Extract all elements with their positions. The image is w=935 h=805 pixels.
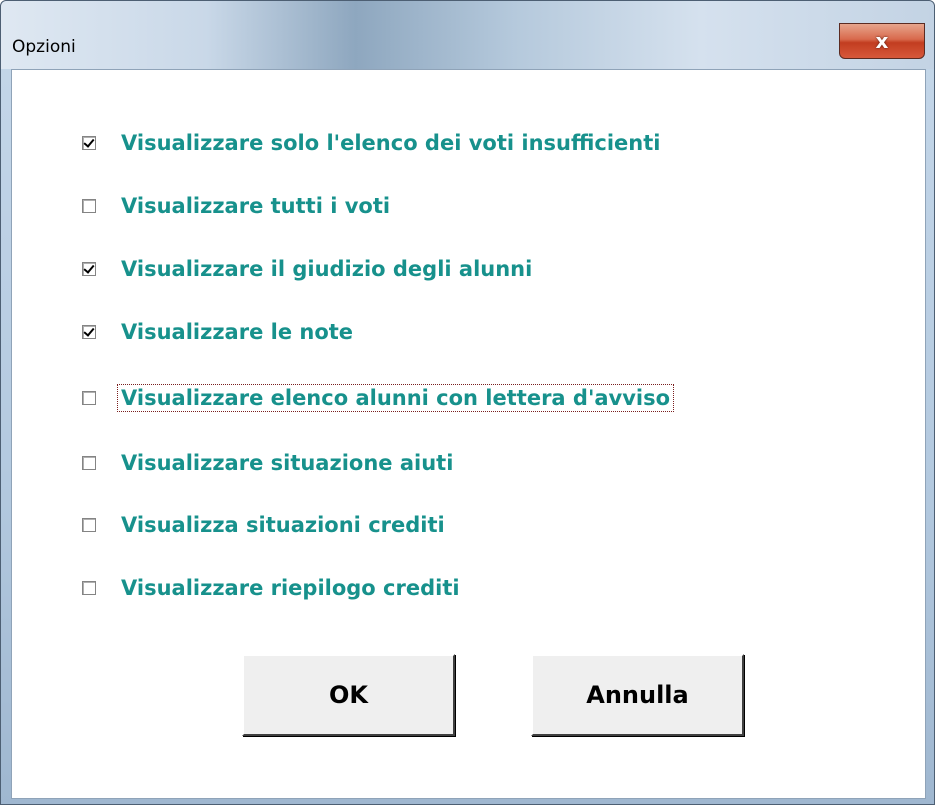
option-label[interactable]: Visualizzare solo l'elenco dei voti insu… <box>118 130 663 156</box>
option-student-judgment[interactable]: Visualizzare il giudizio degli alunni <box>82 254 535 284</box>
checkbox[interactable] <box>82 199 96 213</box>
cancel-button[interactable]: Annulla <box>531 654 744 736</box>
window-title: Opzioni <box>12 37 76 57</box>
close-icon: x <box>875 29 889 53</box>
option-credit-status[interactable]: Visualizza situazioni crediti <box>82 510 448 540</box>
option-label[interactable]: Visualizzare riepilogo crediti <box>118 575 463 601</box>
options-dialog: Opzioni x Visualizzare solo l'elenco dei… <box>0 0 935 805</box>
title-bar[interactable]: Opzioni x <box>1 1 934 69</box>
option-label[interactable]: Visualizzare il giudizio degli alunni <box>118 256 535 282</box>
option-label[interactable]: Visualizzare le note <box>118 319 356 345</box>
checkbox[interactable] <box>82 325 96 339</box>
ok-button[interactable]: OK <box>242 654 455 736</box>
dialog-content: Visualizzare solo l'elenco dei voti insu… <box>11 69 926 799</box>
option-notes[interactable]: Visualizzare le note <box>82 317 356 347</box>
option-label[interactable]: Visualizzare situazione aiuti <box>118 450 456 476</box>
checkbox[interactable] <box>82 136 96 150</box>
option-warning-letter[interactable]: Visualizzare elenco alunni con lettera d… <box>82 383 675 413</box>
checkbox[interactable] <box>82 391 96 405</box>
option-credit-summary[interactable]: Visualizzare riepilogo crediti <box>82 573 463 603</box>
option-insufficient-grades[interactable]: Visualizzare solo l'elenco dei voti insu… <box>82 128 663 158</box>
option-aid-status[interactable]: Visualizzare situazione aiuti <box>82 448 456 478</box>
close-button[interactable]: x <box>839 23 925 59</box>
checkbox[interactable] <box>82 581 96 595</box>
checkbox[interactable] <box>82 456 96 470</box>
option-all-grades[interactable]: Visualizzare tutti i voti <box>82 191 393 221</box>
checkbox[interactable] <box>82 518 96 532</box>
option-label[interactable]: Visualizza situazioni crediti <box>118 512 448 538</box>
checkbox[interactable] <box>82 262 96 276</box>
option-label[interactable]: Visualizzare elenco alunni con lettera d… <box>116 384 675 412</box>
option-label[interactable]: Visualizzare tutti i voti <box>118 193 393 219</box>
